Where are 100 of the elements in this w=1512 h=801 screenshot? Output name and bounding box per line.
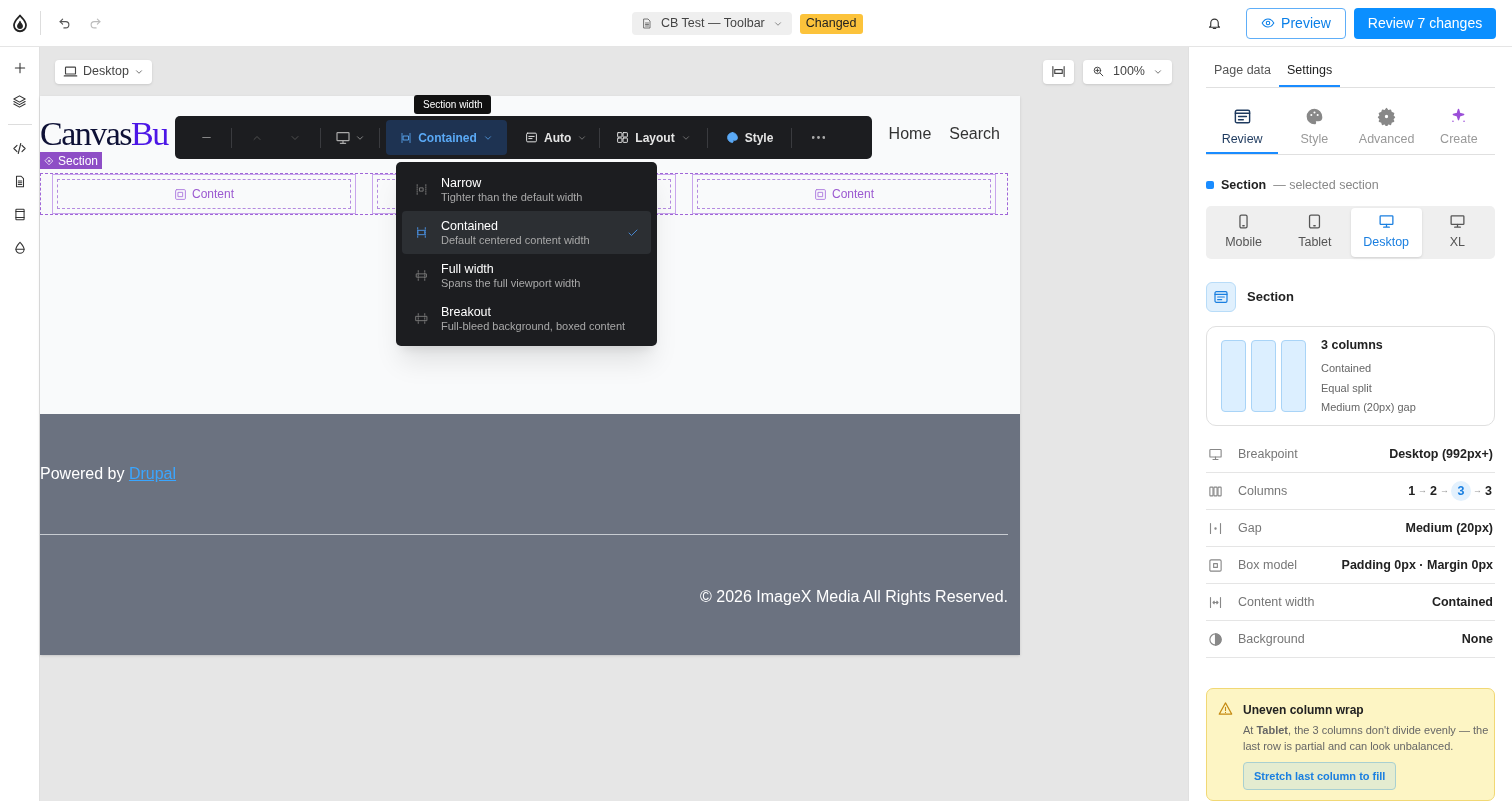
width-option-icon (415, 269, 428, 282)
column-step: 3 (1484, 481, 1493, 501)
nav-link[interactable]: Search (949, 122, 1000, 146)
drop-icon (12, 239, 27, 255)
content-icon (814, 187, 827, 201)
device-option[interactable]: Tablet (1279, 207, 1351, 257)
section-tag[interactable]: Section (40, 152, 103, 169)
document-lines-icon (1213, 288, 1229, 305)
monitor-icon (1377, 212, 1395, 230)
option-description: Spans the full viewport width (441, 275, 582, 290)
zoom-icon (1092, 65, 1105, 78)
settings-icon (1377, 107, 1397, 127)
width-button[interactable]: Contained (386, 120, 507, 155)
summary-detail: Contained (1321, 361, 1373, 376)
property-value: Contained (1431, 593, 1493, 611)
selection-title: Section (1221, 177, 1267, 194)
content-icon (174, 187, 187, 201)
content-label: Content (174, 185, 234, 203)
width-icon (1208, 594, 1223, 610)
property-label: Content width (1238, 593, 1316, 611)
site-logo: CanvasBu (40, 116, 168, 152)
column-step: 3 (1451, 481, 1472, 501)
warning-text: At Tablet, the 3 columns don't divide evenly — the last row is partial and can look unbalanced. (1243, 723, 1490, 754)
nav-link[interactable]: Home (888, 122, 932, 146)
eye-icon (1261, 16, 1276, 30)
tooltip: Section width (414, 95, 492, 114)
device-option[interactable]: Desktop (1350, 207, 1422, 257)
grid-icon (616, 131, 630, 144)
component-title: Section (1247, 288, 1294, 306)
device-option[interactable]: Mobile (1208, 207, 1280, 257)
device-dropdown[interactable]: Desktop (55, 59, 152, 84)
document-lines-icon (1232, 107, 1252, 127)
summary-detail: Medium (20px) gap (1321, 400, 1416, 415)
option-description: Full-bleed background, boxed content (441, 318, 627, 333)
plus-icon (12, 61, 27, 75)
mode-tab[interactable]: Review (1206, 104, 1279, 154)
document-selector[interactable]: CB Test — Toolbar (632, 12, 792, 35)
text-box-icon (525, 131, 538, 144)
palette-icon (1304, 107, 1324, 127)
property-value: Padding 0px · Margin 0px (1341, 556, 1493, 574)
menu-option[interactable]: Breakout Full-bleed background, boxed content (402, 297, 651, 340)
property-label: Gap (1238, 519, 1263, 537)
monitor-icon (1208, 446, 1223, 462)
device-option[interactable]: XL (1421, 207, 1493, 257)
property-label: Columns (1238, 482, 1289, 500)
menu-option[interactable]: Narrow Tighter than the default width (402, 168, 651, 211)
fit-width-icon (1051, 64, 1066, 79)
copyright-text: © 2026 ImageX Media All Rights Reserved. (700, 587, 1008, 607)
zoom-dropdown[interactable]: 100% (1083, 59, 1172, 84)
summary-detail: Equal split (1321, 380, 1373, 396)
panel-tab[interactable]: Settings (1279, 56, 1341, 87)
arrow-icon: → (1473, 484, 1483, 498)
property-value: None (1461, 630, 1493, 648)
style-button[interactable]: Style (713, 121, 786, 154)
monitor-icon (335, 129, 351, 146)
monitor-icon (1448, 212, 1466, 230)
bell-icon (1206, 15, 1222, 31)
columns-icon (1208, 483, 1223, 499)
column-slot[interactable]: Content (52, 174, 356, 214)
option-title: Narrow (441, 175, 483, 190)
palette-icon (725, 131, 739, 144)
more-icon (811, 136, 825, 139)
column-step: 2 (1429, 481, 1439, 501)
width-option-icon (415, 226, 428, 239)
menu-option[interactable]: Full width Spans the full viewport width (402, 254, 651, 297)
summary-title: 3 columns (1321, 337, 1384, 355)
layout-button[interactable]: Layout (606, 121, 701, 154)
undo-icon (56, 15, 72, 31)
box-icon (1208, 557, 1223, 573)
gap-icon (1208, 520, 1223, 536)
redo-icon (87, 15, 103, 31)
move-icon (44, 155, 54, 166)
drop-logo-icon (11, 13, 29, 33)
property-label: Box model (1238, 556, 1299, 574)
column-step: 1 (1407, 481, 1417, 501)
layers-icon (12, 93, 27, 109)
content-label: Content (814, 185, 874, 203)
height-button[interactable]: Auto (519, 121, 594, 154)
option-title: Full width (441, 261, 495, 276)
width-option-icon (415, 312, 428, 325)
laptop-icon (63, 64, 79, 79)
arrow-icon: → (1440, 484, 1450, 498)
width-icon (400, 131, 413, 144)
document-icon (641, 17, 653, 30)
panel-tab[interactable]: Page data (1206, 56, 1279, 87)
property-value: Desktop (992px+) (1389, 445, 1493, 463)
footer-text: Powered by Drupal (40, 464, 177, 484)
warning-icon (1218, 701, 1233, 716)
fit-width-button[interactable] (1043, 59, 1074, 84)
option-description: Default centered content width (441, 232, 591, 247)
arrow-icon: → (1418, 484, 1428, 498)
option-description: Tighter than the default width (441, 189, 584, 204)
code-icon (12, 140, 27, 156)
property-label: Breakpoint (1238, 445, 1299, 463)
column-slot[interactable]: Content (692, 174, 996, 214)
menu-option[interactable]: Contained Default centered content width (402, 211, 651, 254)
preview-button[interactable]: Preview (1246, 7, 1346, 39)
warning-title: Uneven column wrap (1243, 702, 1365, 719)
width-option-icon (415, 183, 428, 196)
property-label: Background (1238, 630, 1306, 648)
